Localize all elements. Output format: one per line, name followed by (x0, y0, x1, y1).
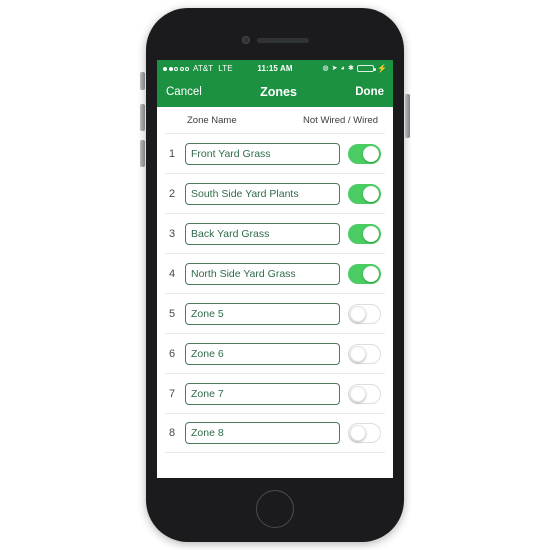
phone-screen: AT&T LTE 11:15 AM ◍ ➤ ◕ ✱ ⚡ Cancel Zones… (157, 60, 393, 478)
status-bar: AT&T LTE 11:15 AM ◍ ➤ ◕ ✱ ⚡ (157, 60, 393, 77)
zone-name-input[interactable] (185, 142, 340, 165)
zone-row: 3 (165, 213, 385, 253)
home-button[interactable] (256, 490, 294, 528)
zone-row: 4 (165, 253, 385, 293)
wired-toggle[interactable] (348, 223, 381, 244)
alarm-clock-icon: ◕ (340, 65, 345, 72)
toggle-knob (350, 425, 366, 441)
zone-name-input[interactable] (185, 302, 340, 325)
zone-number: 2 (169, 187, 176, 200)
column-header-zone-name: Zone Name (187, 114, 237, 126)
wired-toggle[interactable] (348, 183, 381, 204)
toggle-knob (363, 225, 379, 242)
volume-up-button[interactable] (140, 104, 145, 131)
zone-name-input[interactable] (185, 222, 340, 245)
toggle-knob (350, 385, 366, 402)
network-type: LTE (218, 64, 233, 73)
status-bar-icons: ◍ ➤ ◕ ✱ ⚡ (322, 63, 387, 73)
zone-row: 7 (165, 373, 385, 413)
zone-name-input[interactable] (185, 382, 340, 405)
column-header-wired-state: Not Wired / Wired (303, 114, 378, 126)
zone-list: 1 2 3 4 5 6 7 8 (165, 133, 385, 453)
wired-toggle[interactable] (348, 383, 381, 404)
zone-row: 6 (165, 333, 385, 373)
do-not-disturb-icon: ◍ (322, 65, 329, 72)
zone-row: 8 (165, 413, 385, 453)
front-camera (242, 36, 250, 44)
signal-strength-icon (163, 66, 189, 71)
carrier-name: AT&T (193, 64, 214, 73)
wired-toggle[interactable] (348, 143, 381, 164)
location-arrow-icon: ➤ (331, 65, 338, 72)
toggle-knob (363, 185, 379, 202)
bluetooth-icon: ✱ (347, 65, 354, 72)
page-title: Zones (260, 85, 297, 99)
toggle-knob (363, 265, 379, 282)
zones-content-area: Zone Name Not Wired / Wired 1 2 3 4 5 6 7 8 (157, 107, 393, 478)
earpiece-speaker (257, 38, 309, 43)
zone-number: 8 (169, 427, 176, 439)
navigation-bar: Cancel Zones Done (157, 77, 393, 107)
toggle-knob (350, 345, 366, 362)
zone-row: 5 (165, 293, 385, 333)
phone-device-frame: AT&T LTE 11:15 AM ◍ ➤ ◕ ✱ ⚡ Cancel Zones… (140, 5, 410, 545)
wired-toggle[interactable] (348, 423, 381, 443)
zone-number: 4 (169, 267, 176, 280)
wired-toggle[interactable] (348, 263, 381, 284)
wired-toggle[interactable] (348, 303, 381, 324)
zone-row: 1 (165, 133, 385, 173)
zone-name-input[interactable] (185, 182, 340, 205)
power-button[interactable] (405, 94, 410, 138)
toggle-knob (363, 145, 379, 162)
toggle-knob (350, 305, 366, 322)
zone-number: 3 (169, 227, 176, 240)
volume-down-button[interactable] (140, 140, 145, 167)
zone-name-input[interactable] (185, 342, 340, 365)
zone-number: 5 (169, 307, 176, 320)
done-button[interactable]: Done (355, 86, 384, 98)
zone-name-input[interactable] (185, 262, 340, 285)
wired-toggle[interactable] (348, 343, 381, 364)
battery-icon (356, 64, 376, 73)
column-headers: Zone Name Not Wired / Wired (165, 107, 385, 133)
cancel-button[interactable]: Cancel (166, 86, 202, 98)
zone-row: 2 (165, 173, 385, 213)
charging-bolt-icon: ⚡ (376, 63, 387, 73)
zone-number: 1 (169, 147, 176, 160)
mute-switch[interactable] (140, 72, 145, 90)
zone-number: 7 (169, 387, 176, 400)
zone-number: 6 (169, 347, 176, 360)
zone-name-input[interactable] (185, 422, 340, 444)
